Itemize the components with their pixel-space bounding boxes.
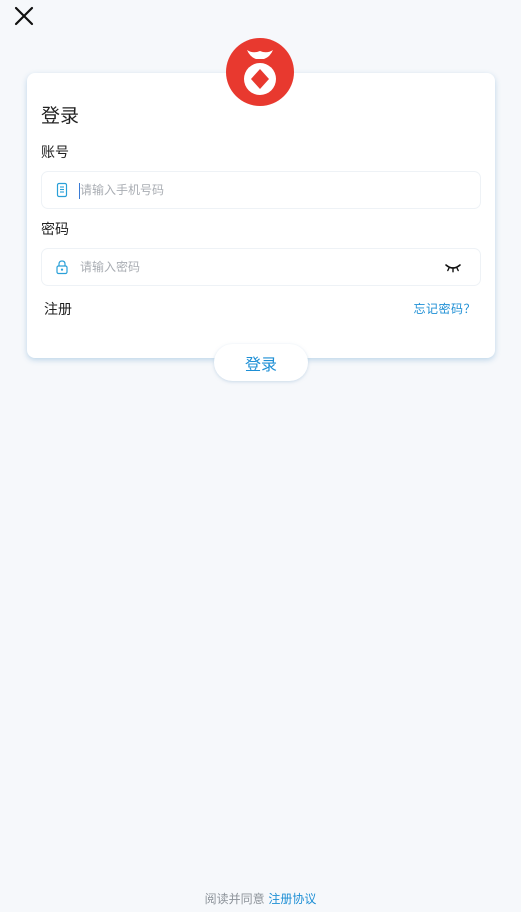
register-link[interactable]: 注册 — [44, 301, 72, 319]
close-button[interactable] — [12, 4, 36, 28]
password-visibility-toggle[interactable] — [444, 260, 462, 274]
card-title: 登录 — [41, 105, 80, 127]
forgot-password-link[interactable]: 忘记密码？ — [413, 301, 476, 317]
phone-icon — [56, 182, 68, 198]
app-logo — [226, 38, 294, 106]
account-field — [41, 171, 481, 209]
phone-input[interactable] — [80, 172, 430, 208]
agreement-text: 阅读并同意 注册协议 — [0, 891, 521, 907]
close-icon — [14, 6, 34, 26]
eye-closed-icon — [445, 264, 461, 273]
agreement-link[interactable]: 注册协议 — [268, 892, 316, 906]
login-card: 登录 账号 密码 注册 忘记密码？ — [27, 73, 495, 358]
password-input[interactable] — [80, 249, 430, 285]
account-label: 账号 — [41, 145, 69, 161]
agreement-prefix: 阅读并同意 — [204, 892, 265, 906]
password-label: 密码 — [41, 222, 69, 238]
lock-icon — [56, 260, 68, 275]
login-button[interactable]: 登录 — [214, 344, 308, 381]
password-field — [41, 248, 481, 286]
app-logo-icon — [226, 38, 294, 106]
